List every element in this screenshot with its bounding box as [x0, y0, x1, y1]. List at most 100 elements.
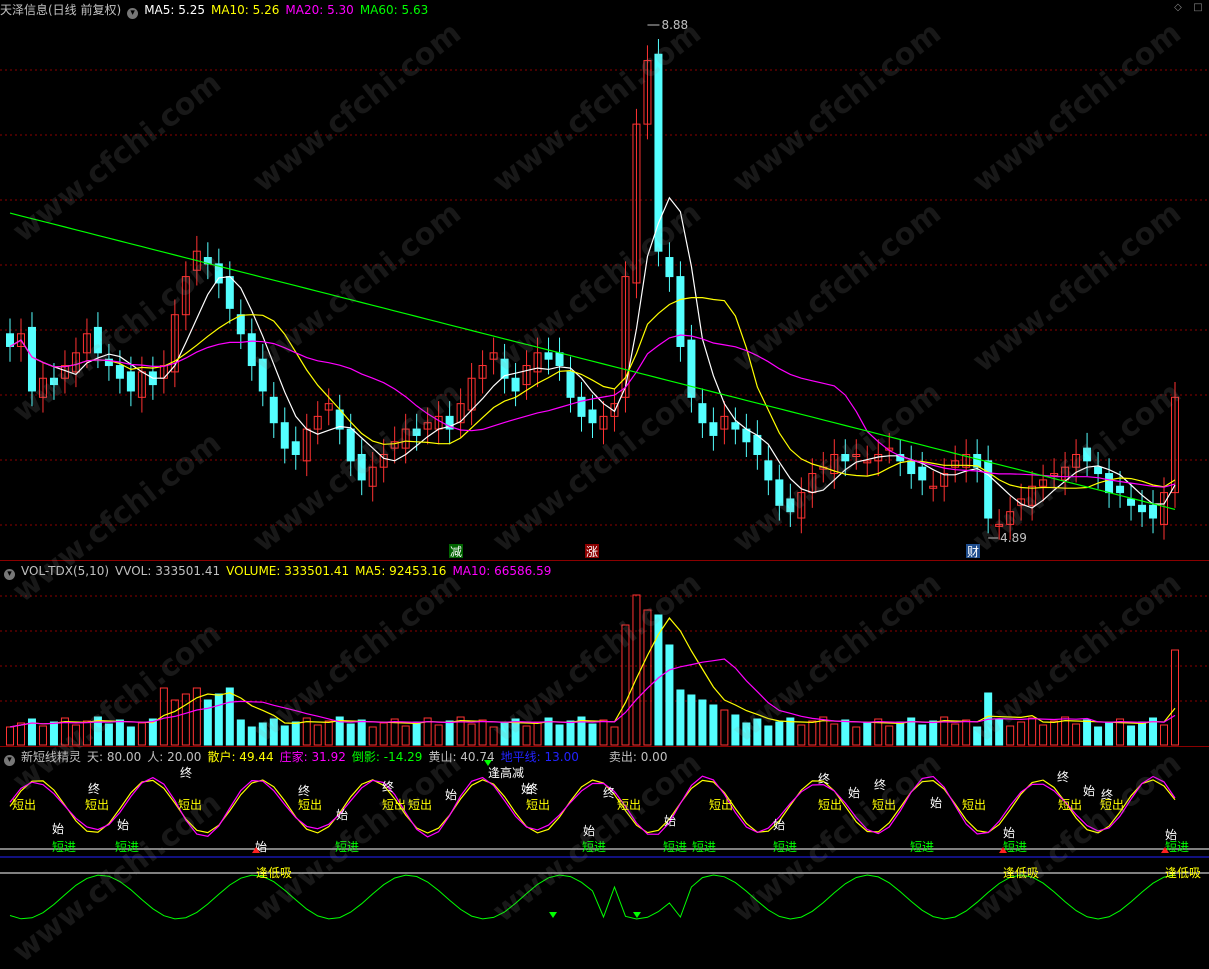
volume-bar	[1127, 725, 1136, 746]
volume-bar	[291, 721, 300, 746]
signal-tag: 始	[336, 808, 348, 822]
chevron-down-icon[interactable]: ▾	[4, 569, 15, 580]
volume-bar	[379, 722, 388, 746]
vol-indicator-name: VOL-TDX(5,10)	[21, 564, 110, 578]
event-marker-label: 减	[450, 545, 462, 559]
signal-tag: 终	[88, 781, 100, 796]
indicator-panel[interactable]: 短出 短出 短出 短出 短出 短出 短出 短出 短出 短出 短出 短出 短出 短出 短进 短进 短进 短进 短进 短进…	[0, 746, 1209, 933]
volume-bar	[533, 721, 542, 746]
volume-bar	[247, 726, 256, 746]
signal-tag: 短出	[1058, 798, 1082, 812]
ma5-line	[9, 196, 1176, 509]
square-icon[interactable]: □	[1193, 3, 1203, 13]
volume-bar	[258, 722, 267, 746]
volume-bar	[170, 699, 179, 746]
volume-bar	[445, 720, 454, 746]
volume-bar	[467, 723, 476, 746]
candle-body	[126, 371, 135, 392]
tian-label: 天: 80.00	[87, 750, 142, 764]
signal-tag: 始	[1165, 828, 1177, 842]
volume-bar	[852, 726, 861, 746]
volume-bar	[830, 723, 839, 746]
signal-tag: 终	[382, 779, 394, 794]
candle-body	[1116, 485, 1125, 494]
candle-body	[346, 428, 355, 462]
candle-body	[291, 441, 300, 455]
volume-bar	[775, 721, 784, 746]
volume-bar	[929, 720, 938, 746]
volume-bar	[412, 721, 421, 746]
signal-tag: 短出	[298, 798, 322, 812]
volume-bar	[797, 724, 806, 746]
candle-body	[1105, 473, 1114, 494]
volume-bar	[357, 719, 366, 746]
signal-tag: 短出	[617, 798, 641, 812]
volume-bar	[1039, 724, 1048, 746]
volume-bar	[203, 699, 212, 746]
indicator-name: 新短线精灵	[21, 750, 82, 764]
volume-bar	[522, 725, 531, 746]
candle-body	[731, 422, 740, 430]
volume-bar	[621, 624, 630, 746]
signal-tag: 短出	[178, 798, 202, 812]
ma60-label: MA60: 5.63	[359, 3, 429, 17]
chevron-down-icon[interactable]: ▾	[4, 755, 15, 766]
volume-bar	[1138, 721, 1147, 746]
candle-body	[1149, 504, 1158, 519]
signal-tag: 短出	[818, 798, 842, 812]
volume-bar	[731, 714, 740, 746]
volume-bar	[1006, 725, 1015, 746]
price-chart-panel[interactable]: 8.88 4.89 减 涨 财 天泽信息(日线 前复权) ▾ MA5: 5.25 MA10: …	[0, 0, 1209, 560]
signal-tag: 始	[773, 818, 785, 832]
signal-tag: 终	[603, 785, 615, 800]
vol-ma5-label: MA5: 92453.16	[355, 564, 447, 578]
signal-tag: 短进	[115, 840, 139, 854]
candlestick-chart[interactable]: 8.88 4.89 减 涨 财	[0, 0, 1209, 560]
volume-bar	[885, 725, 894, 746]
diamond-icon[interactable]: ◇	[1173, 3, 1183, 13]
volume-bar	[555, 724, 564, 746]
volume-bar	[115, 719, 124, 746]
signal-tag: 短出	[872, 798, 896, 812]
sanhu-label: 散户: 49.44	[207, 750, 274, 764]
signal-tag: 终	[1101, 787, 1113, 802]
candle-body	[247, 333, 256, 367]
signal-tag: 终	[874, 777, 886, 792]
volume-bar	[82, 720, 91, 746]
volume-bar	[269, 718, 278, 746]
candle-body	[236, 314, 245, 335]
signal-tag: 始	[848, 786, 860, 800]
signal-tag: 短进	[773, 840, 797, 854]
candle-body	[225, 276, 234, 309]
candle-body	[1127, 498, 1136, 506]
signal-tag: 短出	[85, 798, 109, 812]
candle-body	[1094, 466, 1103, 475]
volume-bar	[1017, 721, 1026, 746]
candle-body	[555, 352, 564, 367]
volume-bar	[6, 726, 14, 746]
volume-bar	[71, 724, 80, 746]
sell-arrow-icon	[633, 912, 641, 918]
candle-body	[687, 339, 696, 398]
volume-bar	[610, 726, 619, 746]
volume-bar	[643, 609, 652, 746]
signal-tag: 短进	[582, 840, 606, 854]
candle-body	[588, 409, 597, 424]
volume-bar	[566, 720, 575, 746]
volume-bar	[951, 723, 960, 746]
volume-bar	[478, 719, 487, 746]
indicator-chart[interactable]: 短出 短出 短出 短出 短出 短出 短出 短出 短出 短出 短出 短出 短出 短出短进 短进 短进 短进 短进 短进…	[0, 747, 1209, 933]
candle-body	[544, 352, 553, 360]
volume-bar	[1105, 722, 1114, 746]
volume-bar	[236, 719, 245, 746]
signal-tag: 始	[1083, 784, 1095, 798]
signal-tag: 短出	[382, 798, 406, 812]
volume-bar	[126, 726, 135, 746]
volume-chart[interactable]	[0, 561, 1209, 747]
volume-bar	[16, 722, 25, 746]
volume-bar	[676, 689, 685, 746]
volume-bar	[346, 723, 355, 746]
chevron-down-icon[interactable]: ▾	[127, 8, 139, 19]
high-price-label: 8.88	[661, 18, 688, 32]
volume-chart-panel[interactable]: ▾ VOL-TDX(5,10) VVOL: 333501.41 VOLUME: 333…	[0, 560, 1209, 747]
